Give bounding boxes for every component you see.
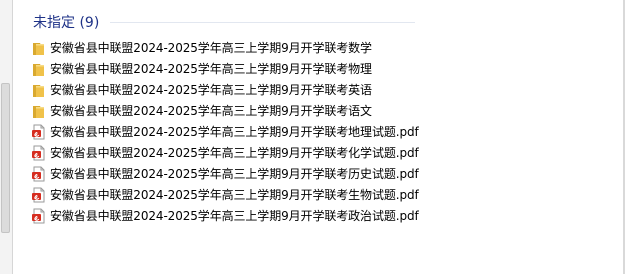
folder-icon bbox=[31, 61, 47, 77]
pdf-file-icon bbox=[31, 187, 47, 203]
file-list: 安徽省县中联盟2024-2025学年高三上学期9月开学联考数学 安徽省县中联盟20… bbox=[31, 37, 419, 226]
file-name[interactable]: 安徽省县中联盟2024-2025学年高三上学期9月开学联考历史试题.pdf bbox=[50, 166, 419, 182]
file-item[interactable]: 安徽省县中联盟2024-2025学年高三上学期9月开学联考历史试题.pdf bbox=[31, 163, 419, 184]
pdf-file-icon bbox=[31, 145, 47, 161]
file-item[interactable]: 安徽省县中联盟2024-2025学年高三上学期9月开学联考化学试题.pdf bbox=[31, 142, 419, 163]
file-name[interactable]: 安徽省县中联盟2024-2025学年高三上学期9月开学联考物理 bbox=[50, 61, 372, 77]
file-name[interactable]: 安徽省县中联盟2024-2025学年高三上学期9月开学联考生物试题.pdf bbox=[50, 187, 419, 203]
navigation-pane-edge bbox=[0, 0, 13, 274]
group-header[interactable]: 未指定 (9) bbox=[33, 12, 99, 32]
file-item[interactable]: 安徽省县中联盟2024-2025学年高三上学期9月开学联考地理试题.pdf bbox=[31, 121, 419, 142]
pdf-file-icon bbox=[31, 124, 47, 140]
file-list-view[interactable]: 未指定 (9) 安徽省县中联盟2024-2025学年高三上学期9月开学联考数学安… bbox=[13, 0, 625, 274]
folder-icon bbox=[31, 103, 47, 119]
pdf-file-icon bbox=[31, 208, 47, 224]
file-name[interactable]: 安徽省县中联盟2024-2025学年高三上学期9月开学联考语文 bbox=[50, 103, 372, 119]
file-name[interactable]: 安徽省县中联盟2024-2025学年高三上学期9月开学联考数学 bbox=[50, 40, 372, 56]
file-name[interactable]: 安徽省县中联盟2024-2025学年高三上学期9月开学联考英语 bbox=[50, 82, 372, 98]
file-name[interactable]: 安徽省县中联盟2024-2025学年高三上学期9月开学联考地理试题.pdf bbox=[50, 124, 419, 140]
folder-item[interactable]: 安徽省县中联盟2024-2025学年高三上学期9月开学联考英语 bbox=[31, 79, 419, 100]
folder-item[interactable]: 安徽省县中联盟2024-2025学年高三上学期9月开学联考语文 bbox=[31, 100, 419, 121]
navigation-pane-scrollbar[interactable] bbox=[1, 83, 10, 233]
folder-icon bbox=[31, 40, 47, 56]
file-item[interactable]: 安徽省县中联盟2024-2025学年高三上学期9月开学联考政治试题.pdf bbox=[31, 205, 419, 226]
folder-item[interactable]: 安徽省县中联盟2024-2025学年高三上学期9月开学联考物理 bbox=[31, 58, 419, 79]
file-name[interactable]: 安徽省县中联盟2024-2025学年高三上学期9月开学联考政治试题.pdf bbox=[50, 208, 419, 224]
folder-item[interactable]: 安徽省县中联盟2024-2025学年高三上学期9月开学联考数学 bbox=[31, 37, 419, 58]
group-title[interactable]: 未指定 (9) bbox=[33, 12, 99, 32]
pdf-file-icon bbox=[31, 166, 47, 182]
group-divider bbox=[110, 22, 415, 23]
file-name[interactable]: 安徽省县中联盟2024-2025学年高三上学期9月开学联考化学试题.pdf bbox=[50, 145, 419, 161]
file-item[interactable]: 安徽省县中联盟2024-2025学年高三上学期9月开学联考生物试题.pdf bbox=[31, 184, 419, 205]
folder-icon bbox=[31, 82, 47, 98]
